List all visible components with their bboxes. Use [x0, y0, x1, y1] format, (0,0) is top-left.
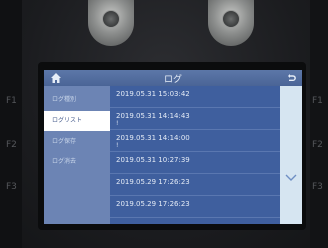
lcd-screen: ログ ログ種別 ログリスト ログ保存 ログ消去 2019.05.31 15:03…: [44, 70, 302, 224]
log-timestamp: 2019.05.29 17:26:23: [116, 200, 190, 208]
left-knob[interactable]: [88, 0, 134, 46]
list-item[interactable]: 2019.05.31 15:03:42: [110, 86, 280, 108]
sidebar-item-log-list[interactable]: ログリスト: [44, 111, 110, 131]
sidebar-item-label: ログ保存: [52, 138, 77, 145]
sidebar-item-log-save[interactable]: ログ保存: [44, 132, 110, 152]
list-item[interactable]: 2019.05.29 17:26:23: [110, 196, 280, 218]
log-timestamp: 2019.05.31 15:03:42: [116, 90, 190, 98]
right-f1-label: F1: [312, 96, 323, 106]
list-item[interactable]: 2019.05.31 10:27:39: [110, 152, 280, 174]
device-panel: F1 F2 F3 F1 F2 F3 ログ ログ種別 ログリスト ログ保存 ログ消…: [0, 0, 328, 248]
log-list: 2019.05.31 15:03:42 2019.05.31 14:14:43 …: [110, 86, 280, 224]
sidebar-item-log-delete[interactable]: ログ消去: [44, 152, 110, 172]
chevron-down-icon[interactable]: [285, 172, 297, 182]
log-extra: !: [116, 142, 119, 149]
sidebar: ログ種別 ログリスト ログ保存 ログ消去: [44, 86, 110, 224]
f3-label: F3: [6, 182, 17, 192]
log-timestamp: 2019.05.31 10:27:39: [116, 156, 190, 164]
sidebar-item-label: ログ種別: [52, 96, 77, 103]
list-item[interactable]: 2019.05.31 14:14:43 !: [110, 108, 280, 130]
log-timestamp: 2019.05.29 17:26:23: [116, 178, 190, 186]
title-bar: ログ: [44, 70, 302, 86]
sidebar-item-label: ログ消去: [52, 158, 77, 165]
left-rail: [0, 0, 22, 248]
right-rail: [310, 0, 328, 248]
page-title: ログ: [163, 75, 182, 85]
right-knob[interactable]: [208, 0, 254, 46]
sidebar-item-label: ログリスト: [52, 117, 83, 124]
right-f3-label: F3: [312, 182, 323, 192]
f1-label: F1: [6, 96, 17, 106]
scroll-panel[interactable]: [280, 86, 302, 224]
sidebar-item-log-type[interactable]: ログ種別: [44, 90, 110, 110]
list-item[interactable]: 2019.05.29 17:26:23: [110, 174, 280, 196]
list-item[interactable]: 2019.05.31 14:14:00 !: [110, 130, 280, 152]
log-extra: !: [116, 120, 119, 127]
back-arrow-icon[interactable]: [285, 72, 297, 84]
f2-label: F2: [6, 140, 17, 150]
log-timestamp: 2019.05.31 14:14:00: [116, 134, 190, 142]
log-timestamp: 2019.05.31 14:14:43: [116, 112, 190, 120]
right-f2-label: F2: [312, 140, 323, 150]
